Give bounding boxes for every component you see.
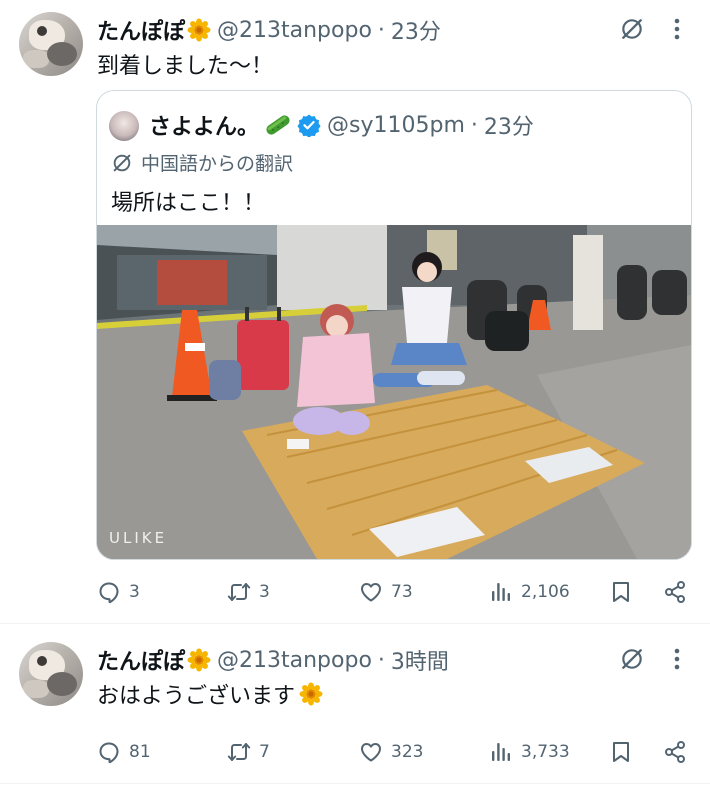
separator: · xyxy=(470,112,478,138)
bookmark-icon xyxy=(609,580,633,604)
tweet-header: たんぽぽ @213tanpopo · 3時間 xyxy=(97,644,449,676)
quote-author-name[interactable]: さよよん。 xyxy=(149,109,259,141)
repost-button[interactable]: 7 xyxy=(227,737,270,767)
repost-count: 7 xyxy=(259,742,270,762)
author-name[interactable]: たんぽぽ xyxy=(97,14,185,46)
tweet-text: おはようございます xyxy=(97,684,296,709)
share-icon xyxy=(663,580,687,604)
quote-author-handle[interactable]: @sy1105pm xyxy=(327,113,465,138)
tweet-photo[interactable]: ULIKE xyxy=(97,225,691,559)
reply-icon xyxy=(97,580,121,604)
share-icon xyxy=(663,740,687,764)
reply-button[interactable]: 81 xyxy=(97,737,151,767)
tweet-text-row: おはようございます xyxy=(97,678,323,710)
tweet-actions: 81 7 323 3,733 xyxy=(97,737,697,767)
reply-count: 3 xyxy=(129,582,140,602)
bookmark-button[interactable] xyxy=(609,737,633,767)
views-button[interactable]: 3,733 xyxy=(489,737,570,767)
tweet[interactable]: たんぽぽ @213tanpopo · 23分 到着しました〜！ さよよん。 @s… xyxy=(0,0,710,623)
grok-icon[interactable] xyxy=(619,16,645,42)
verified-badge-icon[interactable] xyxy=(297,113,321,137)
grok-icon xyxy=(111,152,133,174)
sunflower-emoji-icon xyxy=(299,682,323,706)
translation-label: 中国語からの翻訳 xyxy=(141,153,294,175)
bookmark-icon xyxy=(609,740,633,764)
like-count: 323 xyxy=(391,742,424,762)
repost-count: 3 xyxy=(259,582,270,602)
cucumber-emoji-icon xyxy=(266,115,290,135)
author-handle[interactable]: @213tanpopo xyxy=(217,648,372,673)
repost-button[interactable]: 3 xyxy=(227,577,270,607)
like-button[interactable]: 73 xyxy=(359,577,413,607)
avatar[interactable] xyxy=(19,12,83,76)
share-button[interactable] xyxy=(663,577,687,607)
reply-count: 81 xyxy=(129,742,151,762)
more-options-icon[interactable] xyxy=(672,16,682,42)
view-count: 2,106 xyxy=(521,582,570,602)
views-icon xyxy=(489,740,513,764)
timestamp[interactable]: 3時間 xyxy=(391,644,449,676)
quoted-tweet[interactable]: さよよん。 @sy1105pm · 23分 中国語からの翻訳 場所はここ！！ U… xyxy=(96,90,692,560)
grok-icon[interactable] xyxy=(619,646,645,672)
like-count: 73 xyxy=(391,582,413,602)
photo-illustration xyxy=(97,225,691,559)
heart-icon xyxy=(359,580,383,604)
tweet-header: たんぽぽ @213tanpopo · 23分 xyxy=(97,14,441,46)
photo-watermark: ULIKE xyxy=(109,529,168,547)
separator: · xyxy=(377,17,385,43)
separator: · xyxy=(377,647,385,673)
translation-notice[interactable]: 中国語からの翻訳 xyxy=(111,149,293,176)
quote-text: 場所はここ！！ xyxy=(111,191,266,216)
divider xyxy=(0,783,710,784)
avatar[interactable] xyxy=(19,642,83,706)
sunflower-emoji-icon xyxy=(187,648,211,672)
reply-icon xyxy=(97,740,121,764)
views-button[interactable]: 2,106 xyxy=(489,577,570,607)
share-button[interactable] xyxy=(663,737,687,767)
more-options-icon[interactable] xyxy=(672,646,682,672)
tweet[interactable]: たんぽぽ @213tanpopo · 3時間 おはようございます 81 7 32… xyxy=(0,624,710,783)
sunflower-emoji-icon xyxy=(187,18,211,42)
tweet-actions: 3 3 73 2,106 xyxy=(97,577,697,607)
quote-avatar[interactable] xyxy=(109,111,139,141)
like-button[interactable]: 323 xyxy=(359,737,423,767)
author-name[interactable]: たんぽぽ xyxy=(97,644,185,676)
author-handle[interactable]: @213tanpopo xyxy=(217,18,372,43)
repost-icon xyxy=(227,580,251,604)
repost-icon xyxy=(227,740,251,764)
views-icon xyxy=(489,580,513,604)
quote-header: さよよん。 @sy1105pm · 23分 xyxy=(149,109,534,141)
heart-icon xyxy=(359,740,383,764)
reply-button[interactable]: 3 xyxy=(97,577,140,607)
view-count: 3,733 xyxy=(521,742,570,762)
quote-timestamp[interactable]: 23分 xyxy=(484,109,534,141)
bookmark-button[interactable] xyxy=(609,577,633,607)
timestamp[interactable]: 23分 xyxy=(391,14,441,46)
tweet-text: 到着しました〜！ xyxy=(97,54,274,79)
